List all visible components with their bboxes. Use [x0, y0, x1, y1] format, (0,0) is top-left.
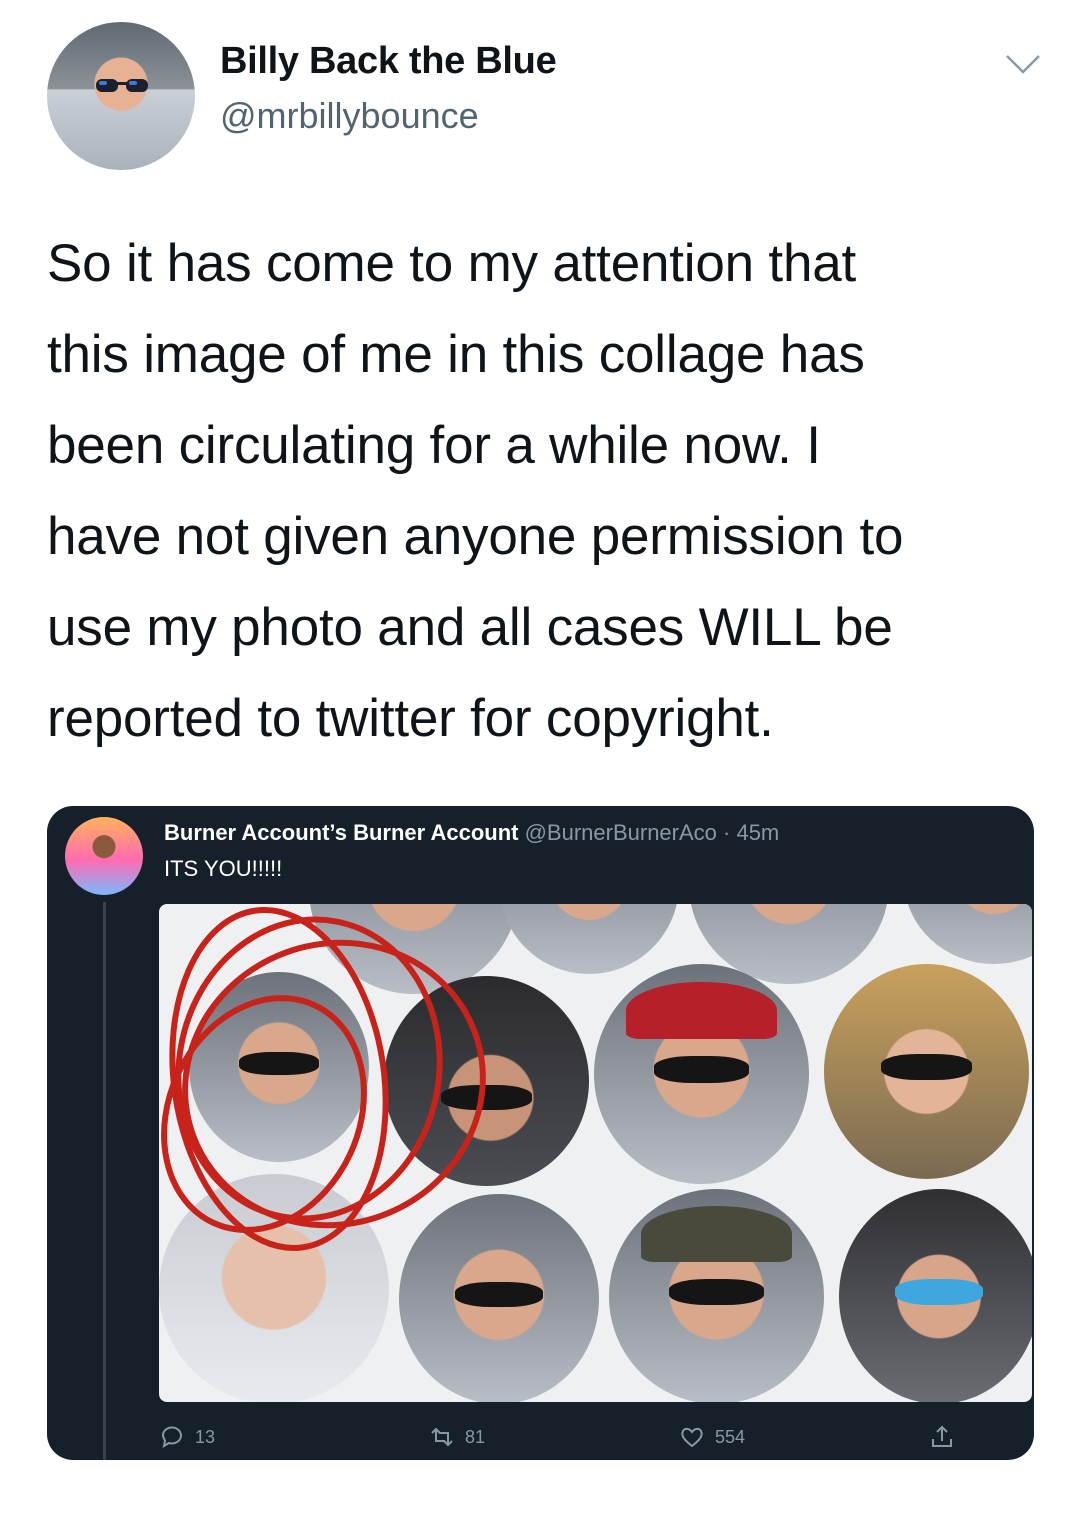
author-name[interactable]: Billy Back the Blue — [220, 40, 557, 83]
tweet-text-line: have not given anyone permission to — [47, 507, 904, 566]
reply-count: 13 — [195, 1426, 216, 1447]
chevron-down-icon[interactable] — [1003, 52, 1043, 78]
tweet-text-line: So it has come to my attention that — [47, 234, 857, 293]
tweet-text-line: this image of me in this collage has — [47, 325, 865, 384]
embedded-author-name: Burner Account’s Burner Account — [164, 820, 519, 845]
retweet-icon — [431, 1427, 453, 1447]
profile-photo-collage — [159, 904, 1032, 1402]
collage-face — [399, 1194, 599, 1402]
embedded-handle-time: @BurnerBurnerAco · 45m — [518, 820, 780, 845]
sunglasses-graphic — [96, 79, 148, 92]
tweet-text-line: been circulating for a while now. I — [47, 416, 821, 475]
collage-face — [839, 1189, 1032, 1402]
like-button[interactable]: 554 — [679, 1424, 745, 1450]
tweet-text-line: use my photo and all cases WILL be — [47, 598, 893, 657]
reply-icon — [161, 1426, 182, 1449]
embedded-author-avatar — [65, 817, 143, 895]
embedded-action-bar: 13 81 554 — [159, 1420, 1019, 1456]
collage-face — [824, 964, 1029, 1179]
like-count: 554 — [715, 1426, 746, 1447]
collage-face — [159, 1174, 389, 1402]
collage-face-circled — [189, 972, 369, 1162]
collage-face — [904, 904, 1032, 964]
collage-face — [499, 904, 679, 974]
share-button[interactable] — [929, 1424, 955, 1450]
author-handle[interactable]: @mrbillybounce — [220, 95, 479, 137]
embedded-tweet-screenshot[interactable]: Burner Account’s Burner Account @BurnerB… — [47, 806, 1034, 1460]
share-icon — [932, 1425, 952, 1447]
embedded-tweet-header: Burner Account’s Burner Account @BurnerB… — [164, 820, 779, 846]
retweet-count: 81 — [465, 1426, 486, 1447]
reply-button[interactable]: 13 — [159, 1424, 215, 1450]
like-icon — [681, 1427, 703, 1448]
collage-face — [384, 976, 589, 1186]
tweet-text-line: reported to twitter for copyright. — [47, 689, 774, 748]
thread-line — [103, 902, 106, 1460]
retweet-button[interactable]: 81 — [429, 1424, 485, 1450]
author-avatar[interactable] — [47, 22, 195, 170]
collage-face — [609, 1189, 824, 1402]
tweet-text: So it has come to my attention that this… — [47, 218, 1047, 764]
collage-face — [594, 964, 809, 1184]
embedded-tweet-text: ITS YOU!!!!! — [164, 856, 283, 881]
